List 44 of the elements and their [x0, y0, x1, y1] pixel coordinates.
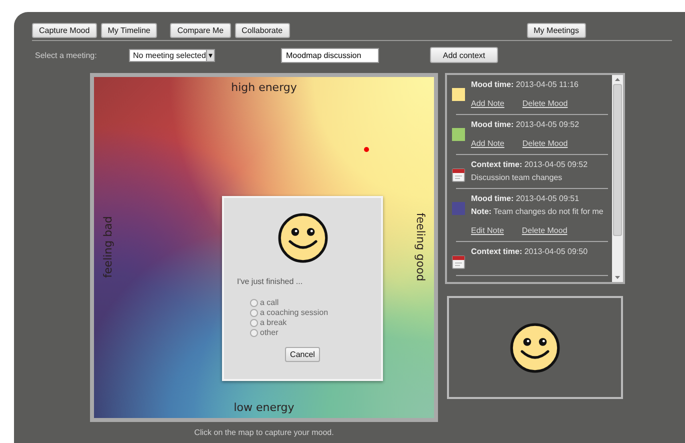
- option-label[interactable]: a break: [260, 318, 287, 327]
- axis-label: low energy: [234, 401, 294, 414]
- calendar-icon: [452, 255, 465, 269]
- entry-link[interactable]: Add Note: [471, 139, 504, 148]
- entry-time: Context time: 2013-04-05 09:52: [471, 160, 588, 169]
- option-label[interactable]: a call: [260, 298, 279, 307]
- cancel-button[interactable]: Cancel: [285, 347, 320, 362]
- scrollbar[interactable]: [612, 75, 623, 282]
- mood-map[interactable]: high energy feeling bad feeling good I've just finished ... a call a coaching session a break other Cancel low energy: [94, 77, 434, 418]
- meeting-dropdown[interactable]: No meeting selected ▾: [129, 48, 215, 62]
- smiley-icon: [276, 212, 328, 264]
- entry-link[interactable]: Delete Mood: [522, 226, 568, 235]
- radio-button[interactable]: [250, 308, 258, 316]
- dialog-prompt: I've just finished ...: [237, 277, 303, 286]
- axis-label: feeling good: [414, 212, 426, 282]
- nav-tab[interactable]: My Meetings: [526, 23, 586, 38]
- radio-button[interactable]: [250, 298, 258, 306]
- nav-tab[interactable]: Collaborate: [234, 23, 290, 38]
- entry-link[interactable]: Add Note: [471, 99, 504, 108]
- entry-link[interactable]: Delete Mood: [522, 99, 568, 108]
- add-context-button[interactable]: Add context: [430, 47, 498, 63]
- nav-tab[interactable]: My Timeline: [100, 23, 158, 38]
- entry-time: Context time: 2013-04-05 09:50: [471, 247, 588, 256]
- meeting-label: Select a meeting:: [34, 50, 98, 60]
- entry-time: Mood time: 2013-04-05 09:51: [471, 194, 580, 203]
- entry-link[interactable]: Delete Mood: [522, 139, 568, 148]
- option-label[interactable]: other: [260, 328, 278, 337]
- nav-tab[interactable]: Compare Me: [170, 23, 231, 38]
- entry-time: Mood time: 2013-04-05 09:52: [471, 120, 580, 129]
- axis-label: high energy: [231, 81, 297, 94]
- entry-time: Mood time: 2013-04-05 11:16: [471, 80, 578, 89]
- calendar-icon: [452, 168, 465, 182]
- radio-button[interactable]: [250, 318, 258, 326]
- entry-link[interactable]: Edit Note: [471, 226, 504, 235]
- axis-label: feeling bad: [102, 216, 114, 278]
- context-field[interactable]: Moodmap discussion: [281, 48, 379, 62]
- nav-tab[interactable]: Capture Mood: [32, 23, 97, 38]
- mood-marker: [364, 147, 369, 152]
- context-text: Discussion team changes: [471, 173, 564, 182]
- option-label[interactable]: a coaching session: [260, 308, 328, 317]
- radio-button[interactable]: [250, 328, 258, 336]
- smiley-icon: [509, 322, 561, 374]
- entry-note: Note: Team changes do not fit for me: [471, 207, 604, 216]
- map-caption: Click on the map to capture your mood.: [194, 428, 334, 437]
